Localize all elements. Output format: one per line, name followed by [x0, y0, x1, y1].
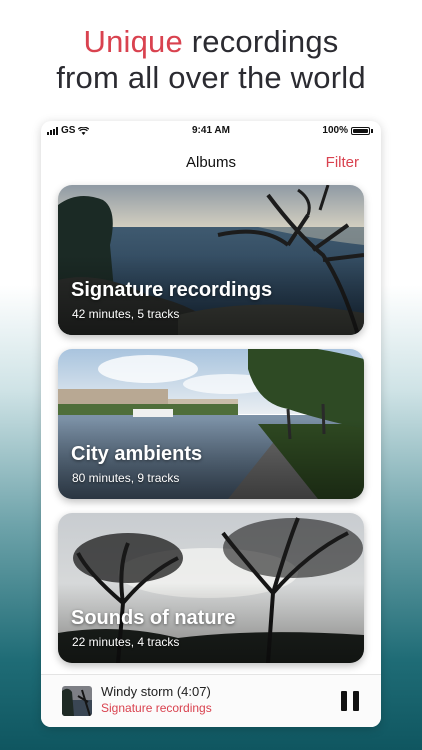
album-title: Sounds of nature [71, 607, 236, 629]
now-playing-album[interactable]: Signature recordings [101, 701, 212, 715]
headline: Unique recordings from all over the worl… [0, 24, 422, 96]
battery-tip [371, 128, 373, 133]
status-right: 100% [322, 125, 373, 136]
album-title: Signature recordings [71, 279, 273, 301]
filter-button[interactable]: Filter [326, 154, 359, 171]
pause-icon[interactable] [341, 691, 359, 711]
headline-line-1: Unique recordings [0, 24, 422, 60]
battery-percent: 100% [322, 125, 348, 136]
phone-screen: GS 9:41 AM 100% Albums Filter Signature … [41, 121, 381, 727]
battery-icon [351, 126, 370, 135]
album-card-signature-recordings[interactable]: Signature recordings 42 minutes, 5 track… [58, 185, 364, 335]
album-card-city-ambients[interactable]: City ambients 80 minutes, 9 tracks [58, 349, 364, 499]
mini-player[interactable]: Windy storm (4:07) Signature recordings [41, 674, 381, 727]
album-title: City ambients [71, 443, 203, 465]
status-bar: GS 9:41 AM 100% [41, 121, 381, 138]
now-playing-title: Windy storm (4:07) [101, 684, 211, 699]
album-meta: 42 minutes, 5 tracks [72, 307, 180, 321]
headline-rest: recordings [182, 24, 339, 59]
headline-line-2: from all over the world [56, 60, 366, 95]
nav-bar: Albums Filter [41, 151, 381, 175]
album-card-sounds-of-nature[interactable]: Sounds of nature 22 minutes, 4 tracks [58, 513, 364, 663]
headline-accent: Unique [83, 24, 183, 59]
album-meta: 80 minutes, 9 tracks [72, 471, 180, 485]
now-playing-artwork [62, 686, 92, 716]
album-meta: 22 minutes, 4 tracks [72, 635, 180, 649]
